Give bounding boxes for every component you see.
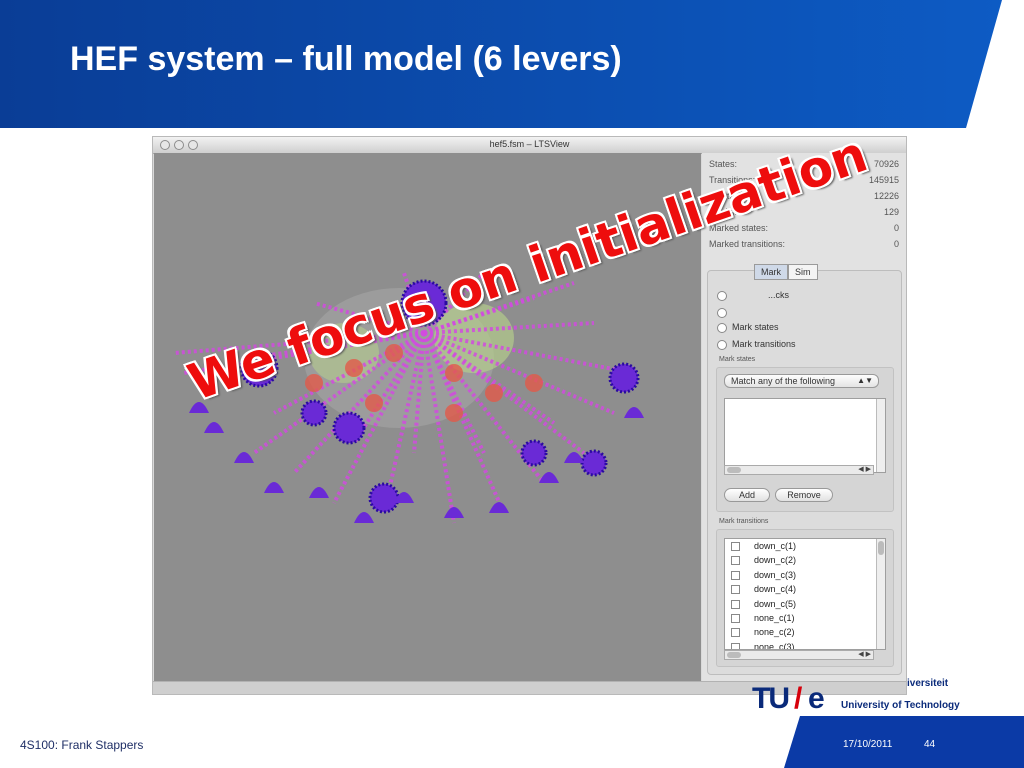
mark-states-radio-label: Mark states xyxy=(732,322,779,332)
transition-checkbox[interactable] xyxy=(731,642,740,649)
viz-cluster-node xyxy=(332,411,366,445)
radio-mark-states[interactable] xyxy=(717,323,727,333)
viz-cluster-node xyxy=(520,439,548,467)
radio-option-1[interactable] xyxy=(717,291,727,301)
states-vertical-scrollbar[interactable] xyxy=(876,399,885,472)
logo-line-1: iversiteit xyxy=(907,678,949,689)
transition-checkbox[interactable] xyxy=(731,542,740,551)
viz-node xyxy=(525,374,543,392)
radio-mark-transitions[interactable] xyxy=(717,340,727,350)
viz-cluster-node xyxy=(300,399,328,427)
viz-node xyxy=(345,359,363,377)
transition-label: none_c(1) xyxy=(754,613,795,623)
viz-leaf xyxy=(489,502,509,513)
mark-states-section-label: Mark states xyxy=(719,356,756,363)
viz-cluster-node xyxy=(580,449,608,477)
viz-leaf xyxy=(444,507,464,518)
match-select[interactable]: Match any of the following ▲▼ xyxy=(724,374,879,388)
scroll-arrows-icon[interactable]: ◀ ▶ xyxy=(858,650,871,658)
transition-label: down_c(3) xyxy=(754,569,797,580)
viz-leaf xyxy=(354,512,374,523)
mark-simulation-group: ...cks Mark states Mark transitions Mark… xyxy=(707,270,902,675)
stat-value: 70926 xyxy=(873,159,899,169)
viz-cluster-node xyxy=(608,362,640,394)
remove-button[interactable]: Remove xyxy=(775,488,833,502)
slide-header: HEF system – full model (6 levers) xyxy=(0,0,1024,128)
viz-cluster-node xyxy=(368,482,400,514)
page-number: 44 xyxy=(924,739,936,750)
logo-mark-e: e xyxy=(808,682,825,715)
viz-node xyxy=(485,384,503,402)
mark-transitions-list[interactable]: down_c(1) down_c(2) down_c(3) down_c(4)down… xyxy=(724,538,886,650)
stat-value: 0 xyxy=(893,223,899,233)
stat-row: Marked transitions: 0 xyxy=(709,239,899,253)
transition-checkbox[interactable] xyxy=(731,614,740,623)
mark-transitions-radio-label: Mark transitions xyxy=(732,339,796,349)
transition-checkbox[interactable] xyxy=(731,599,740,609)
viz-node xyxy=(305,374,323,392)
viz-leaf xyxy=(264,482,284,493)
transition-label: none_c(2) xyxy=(754,627,795,638)
tab-mark[interactable]: Mark xyxy=(754,264,788,280)
viz-leaf xyxy=(564,452,584,463)
transition-label: down_c(1) xyxy=(754,541,797,551)
radio-option-2[interactable] xyxy=(717,308,727,318)
transition-checkbox[interactable] xyxy=(731,556,740,566)
ltsview-window: hef5.fsm – LTSView States: 70926 Transitio… xyxy=(152,136,907,695)
mark-transitions-section-label: Mark transitions xyxy=(719,518,769,525)
logo-mark: TU xyxy=(752,682,790,715)
logo-line-2: University of Technology xyxy=(841,700,960,711)
add-button[interactable]: Add xyxy=(724,488,770,502)
transition-checkbox[interactable] xyxy=(731,628,740,638)
transition-checkbox[interactable] xyxy=(731,570,740,580)
stat-value: 129 xyxy=(883,207,899,217)
option-partial-label: ...cks xyxy=(768,290,790,300)
scroll-thumb[interactable] xyxy=(727,467,741,473)
info-panel: States: 70926 Transitions: 145915 Clusters: 1… xyxy=(702,153,906,683)
scroll-arrows-icon[interactable]: ◀ ▶ xyxy=(858,465,871,473)
scroll-thumb[interactable] xyxy=(878,541,884,555)
states-horizontal-scrollbar[interactable]: ◀ ▶ xyxy=(724,465,874,475)
viz-node xyxy=(365,394,383,412)
transition-label: none_c(3) xyxy=(754,641,795,650)
footer-date: 17/10/2011 xyxy=(843,739,893,750)
slide-title: HEF system – full model (6 levers) xyxy=(70,40,622,78)
updown-arrows-icon: ▲▼ xyxy=(857,376,873,385)
transitions-horizontal-scrollbar[interactable]: ◀ ▶ xyxy=(724,650,874,660)
match-select-value: Match any of the following xyxy=(731,376,836,386)
mark-states-list[interactable] xyxy=(724,398,886,473)
stat-label: Marked transitions: xyxy=(709,239,786,249)
viz-leaf xyxy=(624,407,644,418)
transition-label: down_c(2) xyxy=(754,555,797,566)
mark-transitions-box: down_c(1) down_c(2) down_c(3) down_c(4)down… xyxy=(716,529,894,667)
transitions-vertical-scrollbar[interactable] xyxy=(876,539,885,649)
transition-label: down_c(5) xyxy=(754,598,797,609)
viz-node xyxy=(445,404,463,422)
viz-leaf xyxy=(539,472,559,483)
viz-node xyxy=(445,364,463,382)
transition-checkbox[interactable] xyxy=(731,585,740,595)
viz-leaf xyxy=(309,487,329,498)
mark-sim-tabs: Mark Sim xyxy=(754,264,818,280)
scroll-thumb[interactable] xyxy=(727,652,741,658)
tab-simulation[interactable]: Sim xyxy=(788,264,818,280)
transition-label: down_c(4) xyxy=(754,584,797,595)
viz-leaf xyxy=(234,452,254,463)
viz-leaf xyxy=(204,422,224,433)
logo-slash: / xyxy=(794,682,803,715)
mark-states-box: Match any of the following ▲▼ ◀ ▶ Add Re… xyxy=(716,367,894,512)
footer-author: 4S100: Frank Stappers xyxy=(20,738,144,752)
stat-value: 0 xyxy=(893,239,899,249)
stat-value: 12226 xyxy=(873,191,899,201)
